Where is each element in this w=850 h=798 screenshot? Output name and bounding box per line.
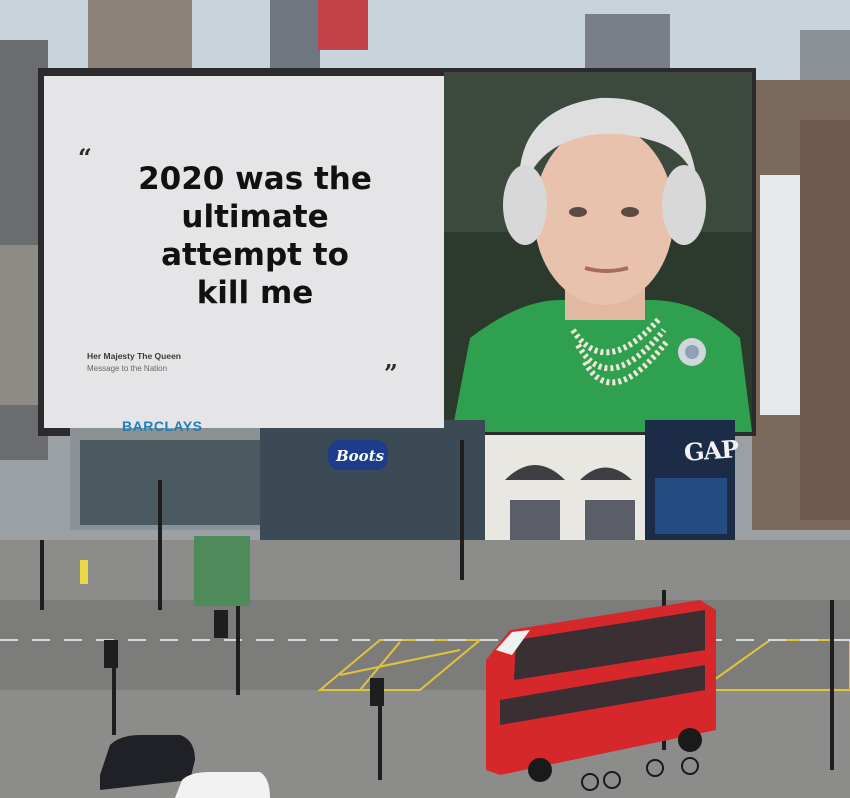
- white-car: [175, 772, 270, 798]
- gap-sign: GAP: [683, 434, 740, 467]
- headline-line-2: ultimate: [181, 199, 329, 235]
- headline-line-1: 2020 was the: [138, 161, 372, 197]
- attribution-name: Her Majesty The Queen: [87, 351, 182, 361]
- headline-line-3: attempt to: [161, 237, 349, 273]
- queen-portrait-image: [444, 72, 752, 432]
- kiosk: [194, 536, 250, 606]
- attribution-subtitle: Message to the Nation: [87, 364, 168, 373]
- barclays-sign: BARCLAYS: [122, 418, 203, 434]
- boots-sign: Boots: [336, 447, 385, 465]
- opening-quote-mark: “: [78, 143, 92, 172]
- billboard-headline: 2020 was the ultimate attempt to kill me: [110, 160, 400, 312]
- pedestrian: [80, 560, 88, 584]
- headline-line-4: kill me: [196, 275, 314, 311]
- closing-quote-mark: ”: [384, 359, 398, 388]
